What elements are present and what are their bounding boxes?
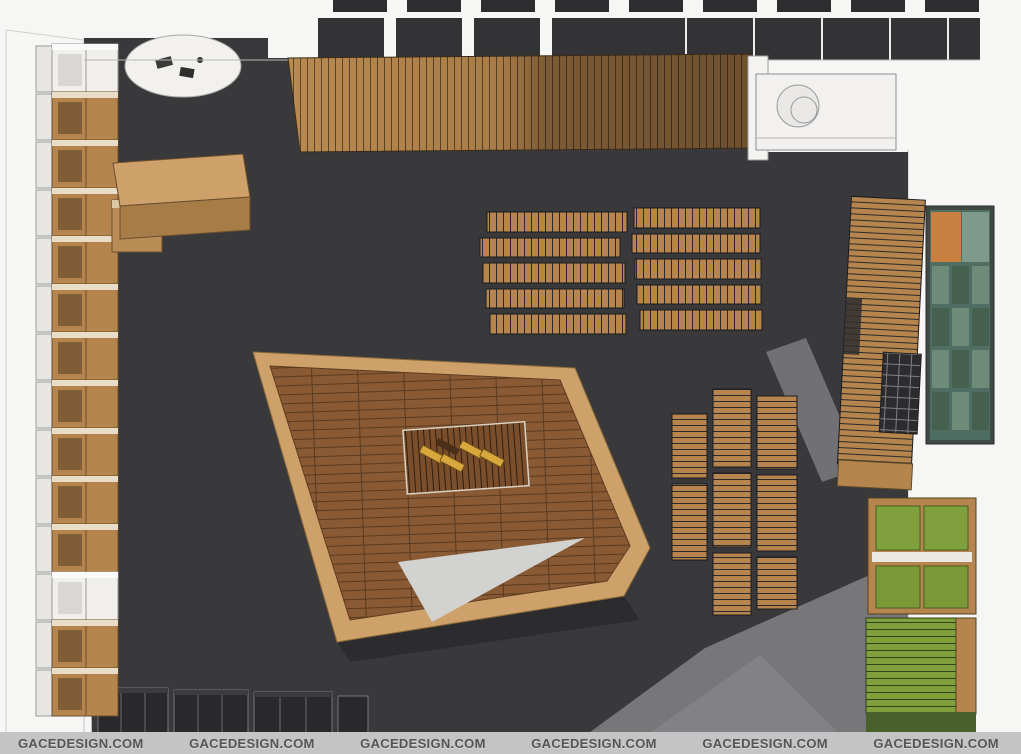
round-table [125, 35, 241, 97]
bench-group-upper-right [632, 208, 762, 330]
watermark-text: GACEDESIGN.COM [873, 736, 999, 751]
shelf-box [36, 44, 118, 92]
watermark-bar: GACEDESIGN.COM GACEDESIGN.COM GACEDESIGN… [0, 732, 1021, 754]
shelf-box [36, 620, 118, 668]
watermark-text: GACEDESIGN.COM [18, 736, 144, 751]
shelf-grid-section [879, 352, 921, 434]
shelf-box [36, 188, 118, 236]
platform-display-table [403, 422, 529, 494]
poster-header-block [931, 212, 961, 262]
slatted-wood-panel [288, 54, 758, 152]
watermark-text: GACEDESIGN.COM [531, 736, 657, 751]
watermark-text: GACEDESIGN.COM [189, 736, 315, 751]
wall-poster [926, 206, 994, 444]
shelf-box [36, 668, 118, 716]
shelf-box [36, 476, 118, 524]
shelf-box [36, 236, 118, 284]
green-shelving [866, 498, 976, 742]
design-render-page: GACEDESIGN.COM GACEDESIGN.COM GACEDESIGN… [0, 0, 1021, 754]
cabinet-basin [777, 85, 819, 127]
shelf-box [36, 428, 118, 476]
watermark-text: GACEDESIGN.COM [702, 736, 828, 751]
scene-render [0, 0, 1021, 754]
shelf-box [36, 380, 118, 428]
shelf-box [36, 332, 118, 380]
shelf-box [36, 284, 118, 332]
shelf-box [36, 140, 118, 188]
shelf-box [36, 572, 118, 620]
shelf-box [36, 524, 118, 572]
bench-group-upper-left [480, 212, 627, 334]
watermark-text: GACEDESIGN.COM [360, 736, 486, 751]
left-shelving-column [36, 44, 118, 716]
shelf-box [36, 92, 118, 140]
